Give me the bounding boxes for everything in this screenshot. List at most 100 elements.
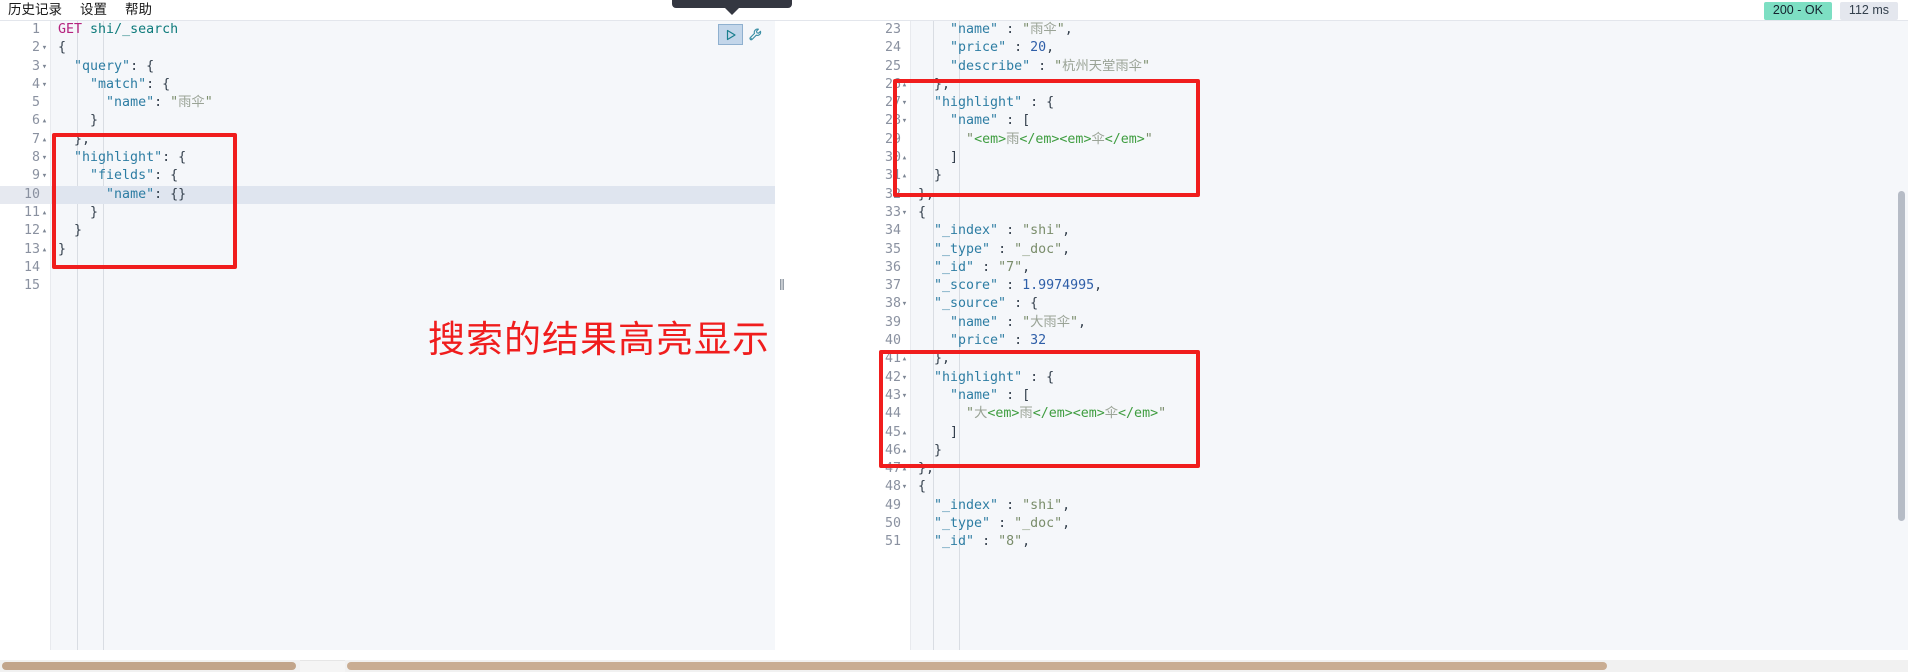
request-horizontal-scrollbar[interactable] — [0, 660, 300, 672]
code-line[interactable]: "name": "雨伞" — [51, 94, 775, 112]
code-line[interactable]: }, — [911, 76, 1908, 94]
menu-help[interactable]: 帮助 — [125, 0, 152, 20]
fold-toggle-icon[interactable]: ▴ — [900, 350, 909, 368]
fold-toggle-icon[interactable]: ▴ — [900, 424, 909, 442]
gutter-line: 42 ▾ — [858, 369, 910, 387]
code-line[interactable]: "name": {} — [51, 185, 775, 204]
fold-toggle-icon[interactable]: ▴ — [900, 442, 909, 460]
fold-toggle-icon[interactable]: ▾ — [900, 295, 909, 313]
fold-toggle-icon[interactable]: ▾ — [900, 94, 909, 112]
code-line-text: "_index" : "shi", — [934, 223, 1071, 239]
code-line[interactable]: }, — [51, 131, 775, 149]
code-line[interactable]: "name" : [ — [911, 112, 1908, 130]
code-line[interactable]: "price" : 32 — [911, 332, 1908, 350]
code-line[interactable]: "query": { — [51, 58, 775, 76]
fold-toggle-icon[interactable]: ▾ — [40, 167, 49, 185]
response-code-lines[interactable]: "name" : "雨伞", "price" : 20, "describe" … — [911, 21, 1908, 552]
pane-splitter[interactable]: ‖ — [775, 21, 858, 650]
code-line[interactable]: "match": { — [51, 76, 775, 94]
code-line[interactable]: "name" : [ — [911, 387, 1908, 405]
code-line[interactable]: }, — [911, 350, 1908, 368]
code-line[interactable]: { — [911, 204, 1908, 222]
fold-toggle-icon[interactable]: ▴ — [40, 222, 49, 240]
menu-settings[interactable]: 设置 — [80, 0, 107, 20]
code-line[interactable]: { — [911, 478, 1908, 496]
code-line[interactable]: "price" : 20, — [911, 39, 1908, 57]
fold-toggle-icon[interactable]: ▴ — [40, 131, 49, 149]
code-line-text: "name": "雨伞" — [106, 95, 213, 111]
code-line[interactable]: } — [51, 241, 775, 259]
code-line-text: "price" : 20, — [950, 40, 1055, 56]
code-line-text: "name" : [ — [950, 387, 1031, 403]
code-line[interactable]: "name" : "雨伞", — [911, 21, 1908, 39]
code-line[interactable]: "_type" : "_doc", — [911, 515, 1908, 533]
request-gutter: 1 2 ▾ 3 ▾ 4 ▾ 5 6 ▴ 7 ▴ 8 ▾ 9 ▾ 10 11 ▴ 12 ▴ 13 ▴ 14 15 — [0, 21, 51, 650]
code-line[interactable]: "_id" : "7", — [911, 259, 1908, 277]
line-number: 42 — [884, 369, 901, 385]
editor-actions[interactable] — [718, 24, 767, 45]
code-line[interactable]: "highlight" : { — [911, 94, 1908, 112]
code-line[interactable] — [51, 277, 775, 295]
code-line[interactable]: "<em>雨</em><em>伞</em>" — [911, 131, 1908, 149]
fold-toggle-icon[interactable]: ▾ — [40, 58, 49, 76]
code-line-text: "fields": { — [90, 168, 179, 184]
code-line[interactable]: "name" : "大雨伞", — [911, 314, 1908, 332]
fold-toggle-icon[interactable]: ▾ — [40, 76, 49, 94]
code-line[interactable]: }, — [911, 186, 1908, 204]
gutter-line: 49 — [858, 497, 910, 515]
code-line[interactable]: "describe" : "杭州天堂雨伞" — [911, 58, 1908, 76]
gutter-line: 41 ▴ — [858, 350, 910, 368]
fold-toggle-icon[interactable]: ▴ — [900, 149, 909, 167]
fold-toggle-icon[interactable]: ▾ — [900, 369, 909, 387]
code-line[interactable]: "highlight" : { — [911, 369, 1908, 387]
response-code-area[interactable]: "name" : "雨伞", "price" : 20, "describe" … — [911, 21, 1908, 650]
code-line-text: "highlight" : { — [934, 369, 1055, 385]
line-number: 6 — [31, 113, 40, 129]
fold-toggle-icon[interactable]: ▾ — [900, 387, 909, 405]
fold-toggle-icon[interactable]: ▴ — [900, 76, 909, 94]
fold-toggle-icon[interactable]: ▴ — [900, 186, 909, 204]
code-line-text: } — [58, 241, 67, 257]
fold-toggle-icon[interactable]: ▴ — [900, 460, 909, 478]
code-line[interactable]: "highlight": { — [51, 149, 775, 167]
code-line[interactable]: "_index" : "shi", — [911, 222, 1908, 240]
code-line[interactable]: ] — [911, 149, 1908, 167]
fold-toggle-icon[interactable]: ▾ — [40, 39, 49, 57]
request-code-lines[interactable]: GET shi/_search { "query": { "match": { "… — [51, 21, 775, 295]
code-line[interactable]: GET shi/_search — [51, 21, 775, 39]
fold-toggle-icon[interactable]: ▾ — [900, 204, 909, 222]
fold-toggle-icon[interactable]: ▴ — [40, 204, 49, 222]
fold-toggle-icon[interactable]: ▴ — [40, 241, 49, 259]
code-line[interactable]: "_index" : "shi", — [911, 497, 1908, 515]
splitter-grip-icon[interactable]: ‖ — [777, 278, 787, 294]
code-line[interactable]: "_score" : 1.9974995, — [911, 277, 1908, 295]
response-horizontal-scrollbar[interactable] — [345, 660, 1908, 672]
code-line[interactable]: ] — [911, 424, 1908, 442]
fold-toggle-icon[interactable]: ▾ — [900, 478, 909, 496]
code-line[interactable]: } — [51, 112, 775, 130]
code-line[interactable]: } — [911, 167, 1908, 185]
gutter-line: 15 — [0, 277, 50, 295]
code-line[interactable] — [51, 259, 775, 277]
code-line[interactable]: } — [51, 204, 775, 222]
line-number: 44 — [884, 406, 901, 422]
code-line[interactable]: "_source" : { — [911, 295, 1908, 313]
response-pane[interactable]: "name" : "雨伞", "price" : 20, "describe" … — [858, 21, 1908, 650]
fold-toggle-icon[interactable]: ▴ — [40, 112, 49, 130]
code-line[interactable]: }, — [911, 460, 1908, 478]
code-line[interactable]: } — [51, 222, 775, 240]
wrench-icon[interactable] — [745, 24, 767, 45]
code-line[interactable]: "大<em>雨</em><em>伞</em>" — [911, 405, 1908, 423]
menu-history[interactable]: 历史记录 — [8, 0, 62, 20]
response-vertical-scrollbar[interactable] — [1897, 21, 1906, 650]
code-line[interactable]: { — [51, 39, 775, 57]
code-line[interactable]: "_type" : "_doc", — [911, 241, 1908, 259]
fold-toggle-icon[interactable]: ▾ — [40, 149, 49, 167]
code-line[interactable]: } — [911, 442, 1908, 460]
play-icon[interactable] — [718, 24, 743, 45]
fold-toggle-icon[interactable]: ▴ — [900, 167, 909, 185]
code-line[interactable]: "_id" : "8", — [911, 533, 1908, 551]
code-line[interactable]: "fields": { — [51, 167, 775, 185]
code-line-text: "query": { — [74, 58, 155, 74]
fold-toggle-icon[interactable]: ▾ — [900, 112, 909, 130]
